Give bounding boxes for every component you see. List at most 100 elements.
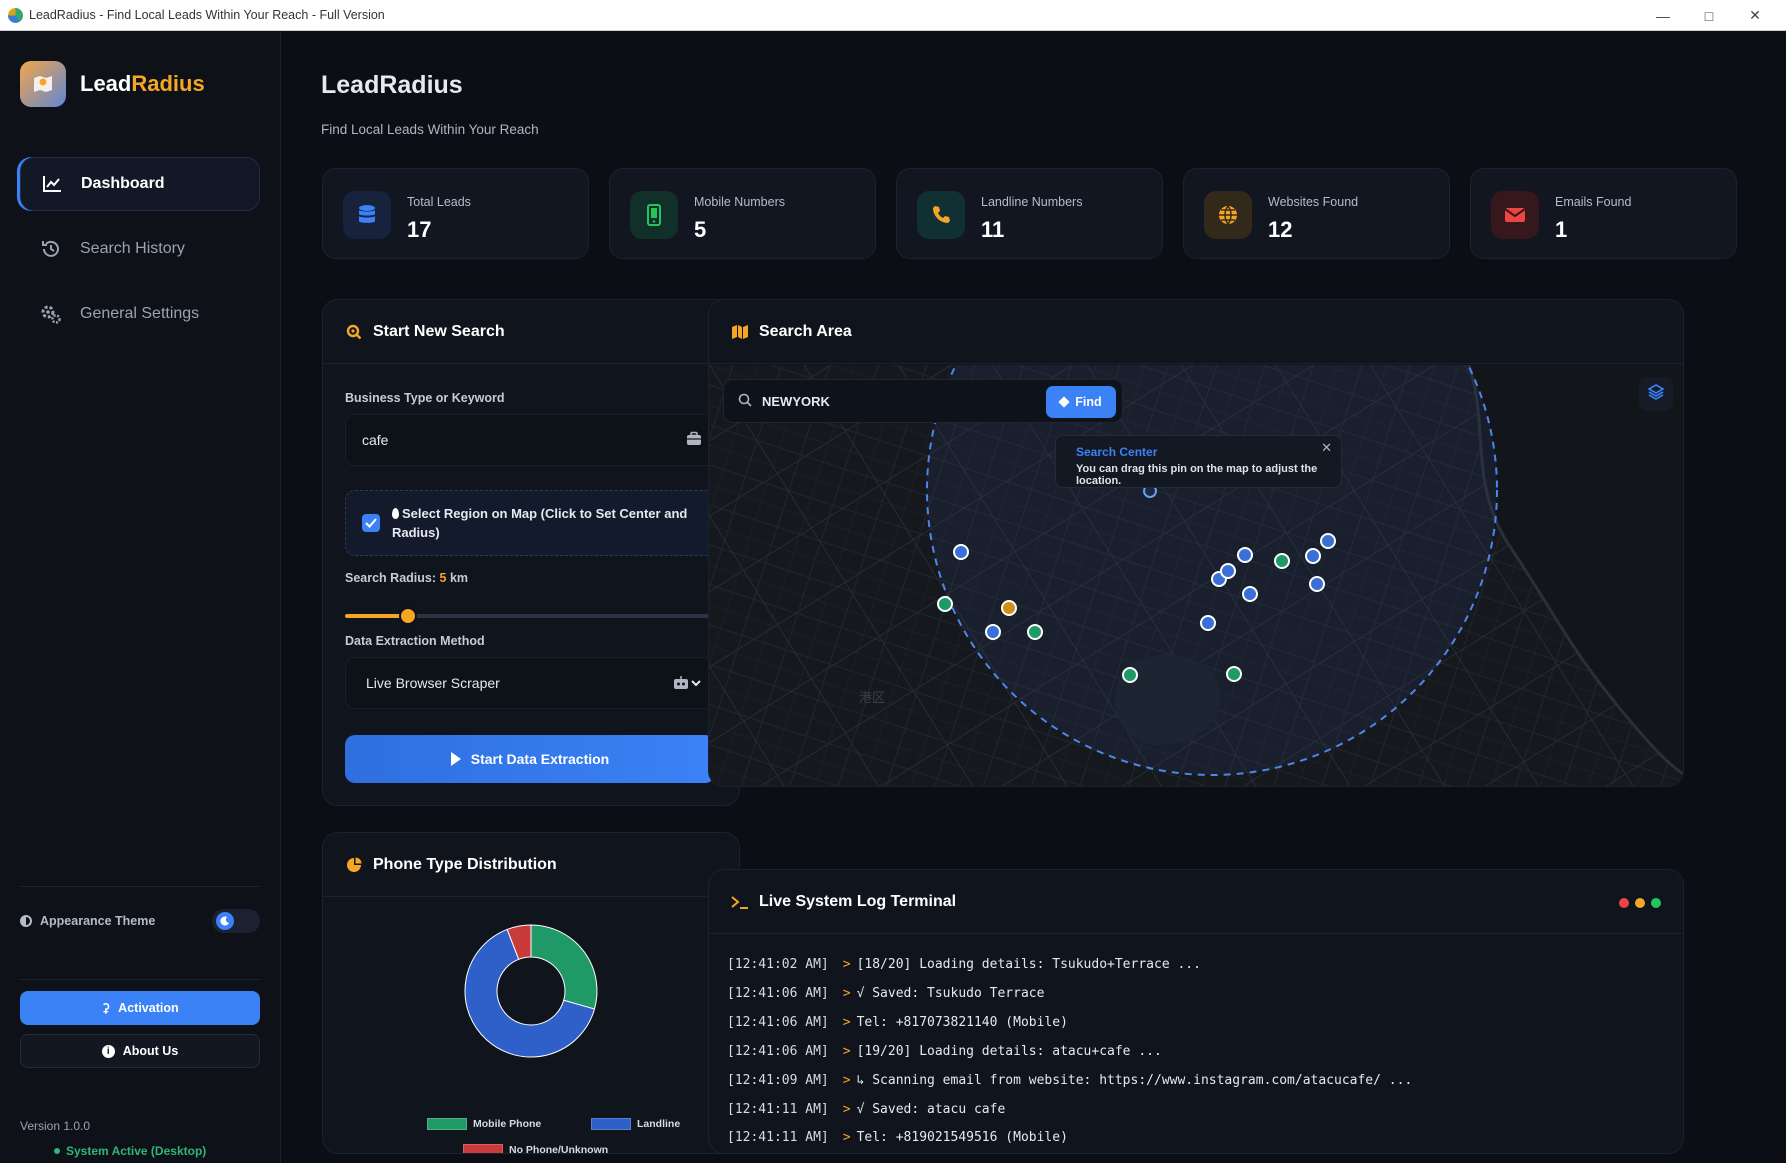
lead-marker[interactable] — [937, 596, 953, 612]
lead-marker[interactable] — [1200, 615, 1216, 631]
stat-card-landline-numbers: Landline Numbers 11 — [896, 168, 1163, 259]
lead-marker[interactable] — [1305, 548, 1321, 564]
log-line: [12:41:09 AM] > ↳ Scanning email from webs… — [727, 1073, 1413, 1088]
search-location-icon — [345, 323, 363, 341]
search-icon — [738, 393, 752, 410]
divider — [20, 886, 260, 887]
lead-marker[interactable] — [953, 544, 969, 560]
phone-type-donut-chart — [464, 924, 598, 1058]
pie-chart-icon — [345, 856, 363, 874]
lead-marker[interactable] — [1122, 667, 1138, 683]
layers-button[interactable] — [1639, 377, 1673, 411]
stat-value: 5 — [694, 217, 707, 242]
stat-value: 12 — [1268, 217, 1293, 242]
red-dot-icon — [1619, 898, 1629, 908]
info-icon: i — [101, 1044, 115, 1058]
lead-marker[interactable] — [1320, 533, 1336, 549]
stat-card-websites-found: Websites Found 12 — [1183, 168, 1450, 259]
sidebar-item-label: Dashboard — [81, 175, 165, 192]
map-canvas[interactable]: 港区 — [709, 365, 1684, 787]
legend-label: Landline — [637, 1118, 681, 1130]
lead-marker[interactable] — [1027, 624, 1043, 640]
database-icon — [343, 191, 391, 239]
half-circle-icon — [20, 915, 32, 927]
sidebar-item-general-settings[interactable]: General Settings — [20, 287, 260, 341]
sidebar-item-label: Search History — [80, 240, 185, 257]
legend-label: No Phone/Unknown — [509, 1144, 609, 1154]
radius-value: 5 — [439, 571, 447, 585]
close-window-button[interactable]: ✕ — [1732, 0, 1778, 31]
log-line: [12:41:02 AM] > [18/20] Loading details: T… — [727, 957, 1201, 972]
lead-marker[interactable] — [1242, 586, 1258, 602]
donut-slice-mobile-phone — [530, 924, 598, 1010]
minimize-button[interactable]: — — [1640, 0, 1686, 31]
about-us-button[interactable]: i About Us — [20, 1034, 260, 1068]
sidebar: LeadRadius Dashboard Search History Gene… — [0, 31, 281, 1163]
sidebar-item-search-history[interactable]: Search History — [20, 222, 260, 276]
lead-marker[interactable] — [1274, 553, 1290, 569]
lead-marker[interactable] — [1001, 600, 1017, 616]
region-checkbox[interactable] — [362, 514, 380, 532]
map-search-input[interactable]: NEWYORK Find — [723, 379, 1123, 423]
find-button[interactable]: Find — [1046, 386, 1116, 418]
version-text: Version 1.0.0 — [20, 1119, 91, 1133]
activation-label: Activation — [118, 1001, 179, 1015]
log-line: [12:41:06 AM] > Tel: +817073821140 (Mobile… — [727, 1015, 1068, 1030]
stat-card-emails-found: Emails Found 1 — [1470, 168, 1737, 259]
system-status: System Active (Desktop) — [53, 1144, 207, 1158]
select-region-option[interactable]: Select Region on Map (Click to Set Cente… — [345, 490, 715, 556]
card-title: Search Area — [759, 322, 852, 340]
card-header: Start New Search — [323, 300, 739, 364]
search-center-popup: Search Center You can drag this pin on t… — [1055, 435, 1342, 488]
green-dot-icon — [1651, 898, 1661, 908]
region-option-label: Select Region on Map (Click to Set Cente… — [392, 506, 688, 540]
sidebar-item-dashboard[interactable]: Dashboard — [20, 157, 260, 211]
play-icon — [450, 752, 461, 766]
gears-icon — [40, 303, 62, 325]
keyword-input[interactable]: cafe — [345, 414, 715, 466]
mobile-icon — [630, 191, 678, 239]
keyword-value: cafe — [362, 432, 389, 448]
card-header: Search Area — [709, 300, 1683, 364]
radius-slider[interactable] — [345, 607, 715, 625]
card-title: Start New Search — [373, 322, 505, 340]
yellow-dot-icon — [1635, 898, 1645, 908]
map-view[interactable]: 港区 NEWYORK Find Search Center You can dr… — [709, 365, 1684, 787]
lead-marker[interactable] — [1220, 563, 1236, 579]
legend-item-landline: Landline — [591, 1118, 680, 1130]
start-extraction-label: Start Data Extraction — [470, 751, 610, 767]
stat-label: Websites Found — [1268, 195, 1359, 209]
lead-marker[interactable] — [985, 624, 1001, 640]
maximize-button[interactable]: □ — [1686, 0, 1732, 31]
map-icon — [731, 323, 749, 341]
lead-marker[interactable] — [1309, 576, 1325, 592]
card-title: Phone Type Distribution — [373, 855, 557, 873]
radius-slider-thumb[interactable] — [398, 607, 417, 625]
briefcase-icon — [686, 431, 702, 450]
lead-marker[interactable] — [1226, 666, 1242, 682]
log-line: [12:41:06 AM] > [19/20] Loading details: a… — [727, 1044, 1162, 1059]
brand-logo: LeadRadius — [20, 61, 205, 107]
start-extraction-button[interactable]: Start Data Extraction — [345, 735, 715, 783]
activation-button[interactable]: ⚳ Activation — [20, 991, 260, 1025]
keyword-label: Business Type or Keyword — [345, 391, 505, 405]
layers-icon — [1647, 383, 1665, 406]
popup-close-button[interactable]: ✕ — [1321, 440, 1332, 456]
lead-marker[interactable] — [1237, 547, 1253, 563]
legend-swatch — [591, 1118, 631, 1130]
legend-label: Mobile Phone — [473, 1118, 542, 1130]
stat-value: 17 — [407, 217, 432, 242]
phone-icon — [917, 191, 965, 239]
card-header: Live System Log Terminal — [709, 870, 1683, 934]
map-search-value: NEWYORK — [762, 393, 830, 409]
find-label: Find — [1075, 395, 1102, 409]
method-select[interactable]: Live Browser Scraper — [345, 657, 715, 709]
chart-line-icon — [41, 173, 63, 195]
legend-item-no-phone: No Phone/Unknown — [463, 1144, 609, 1154]
appearance-theme-row: Appearance Theme — [20, 906, 260, 936]
stat-label: Total Leads — [407, 195, 471, 209]
stat-label: Landline Numbers — [981, 195, 1083, 209]
theme-toggle[interactable] — [212, 909, 260, 933]
window-titlebar: LeadRadius - Find Local Leads Within You… — [0, 0, 1786, 31]
stat-value: 1 — [1555, 217, 1568, 242]
